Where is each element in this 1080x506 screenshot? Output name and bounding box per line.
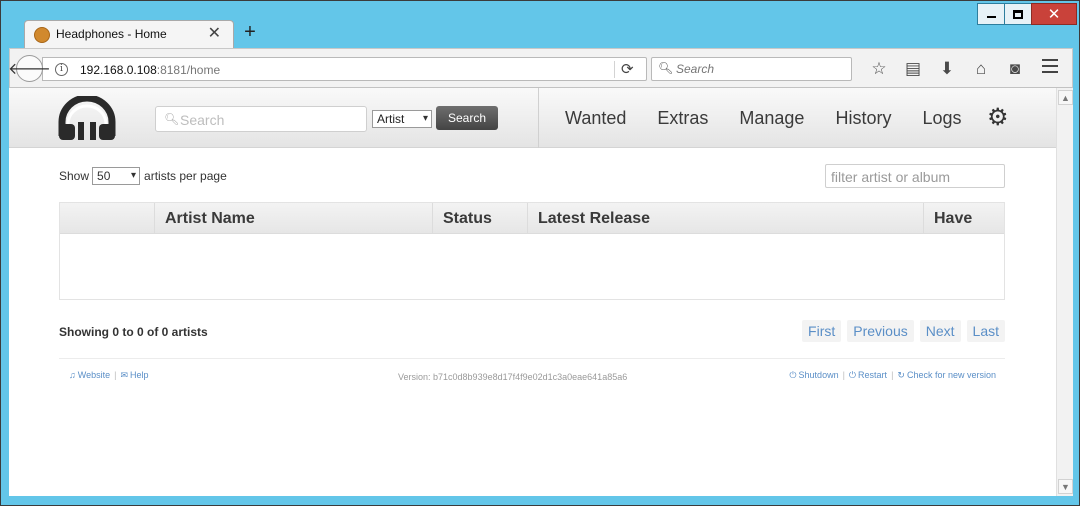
nav-manage[interactable]: Manage bbox=[739, 108, 804, 129]
help-icon: ✉ bbox=[120, 370, 128, 380]
check-version-link-label: Check for new version bbox=[906, 370, 996, 380]
artist-search-box[interactable]: 🔍︎ bbox=[155, 106, 367, 132]
url-host: 192.168.0.108 bbox=[80, 63, 157, 77]
power-icon: ⏻ bbox=[789, 370, 797, 380]
home-icon[interactable]: ⌂ bbox=[964, 57, 998, 81]
help-link-label: Help bbox=[130, 370, 149, 380]
footer-links-right: ⏻ Shutdown | ⏻ Restart | ↻ Check for new ve… bbox=[789, 370, 996, 381]
headphones-icon: ♫ bbox=[69, 370, 76, 380]
info-icon[interactable]: i bbox=[55, 63, 68, 76]
browser-window: ✕ Headphones - Home ✕ + i 192.168.0.108:… bbox=[0, 0, 1080, 506]
table-info: Showing 0 to 0 of 0 artists bbox=[59, 325, 208, 339]
url-text: 192.168.0.108:8181/home bbox=[80, 63, 220, 77]
url-path: :8181/home bbox=[156, 63, 221, 77]
website-link[interactable]: ♫ Website bbox=[69, 370, 110, 381]
table-header: Artist Name Status Latest Release Have bbox=[60, 203, 1004, 234]
column-status[interactable]: Status bbox=[432, 203, 527, 234]
column-latest-release[interactable]: Latest Release bbox=[527, 203, 923, 234]
filter-box[interactable] bbox=[825, 164, 1005, 188]
menu-icon[interactable] bbox=[1042, 59, 1058, 77]
chevron-down-icon: ▾ bbox=[131, 170, 137, 181]
search-button[interactable]: Search bbox=[436, 106, 498, 130]
column-have[interactable]: Have bbox=[923, 203, 1004, 234]
pagination: First Previous Next Last bbox=[796, 320, 1005, 342]
shutdown-link[interactable]: ⏻ Shutdown bbox=[789, 370, 838, 381]
settings-gear-icon[interactable]: ⚙ bbox=[987, 106, 1009, 130]
scroll-down-arrow-icon[interactable]: ▼ bbox=[1058, 479, 1073, 494]
tab-close-icon[interactable]: ✕ bbox=[208, 24, 221, 44]
footer-links-left: ♫ Website | ✉ Help bbox=[69, 370, 149, 381]
window-controls: ✕ bbox=[977, 3, 1077, 25]
close-icon: ✕ bbox=[1047, 6, 1061, 23]
main-nav: Wanted Extras Manage History Logs bbox=[565, 108, 993, 129]
chevron-down-icon: ▾ bbox=[422, 113, 428, 124]
headphones-logo-icon[interactable] bbox=[56, 96, 118, 140]
filter-input[interactable] bbox=[831, 169, 999, 185]
minimize-button[interactable] bbox=[977, 3, 1005, 25]
maximize-button[interactable] bbox=[1004, 3, 1032, 25]
tab-title: Headphones - Home bbox=[56, 27, 167, 41]
version-text: Version: b71c0d8b939e8d17f4f9e02d1c3a0ea… bbox=[398, 372, 628, 382]
website-link-label: Website bbox=[77, 370, 111, 380]
maximize-icon bbox=[1013, 9, 1023, 19]
artist-search-input[interactable] bbox=[180, 112, 360, 128]
footer-separator: | bbox=[842, 370, 845, 380]
scroll-up-arrow-icon[interactable]: ▲ bbox=[1058, 90, 1073, 105]
column-artist-name[interactable]: Artist Name bbox=[154, 203, 432, 234]
per-page-select[interactable]: 50 ▾ bbox=[92, 167, 141, 185]
search-icon: 🔍︎ bbox=[658, 61, 674, 75]
check-version-link[interactable]: ↻ Check for new version bbox=[897, 370, 996, 381]
minimize-icon bbox=[986, 16, 996, 18]
last-page-button[interactable]: Last bbox=[966, 320, 1005, 342]
artists-table: Artist Name Status Latest Release Have bbox=[59, 202, 1005, 300]
previous-page-button[interactable]: Previous bbox=[847, 320, 914, 342]
toolbar-icons: ☆ ▤ ⬇ ⌂ ◙ bbox=[862, 57, 1032, 81]
nav-logs[interactable]: Logs bbox=[922, 108, 961, 129]
address-bar[interactable]: i 192.168.0.108:8181/home ⟳ bbox=[42, 57, 647, 81]
window-close-button[interactable]: ✕ bbox=[1031, 3, 1077, 25]
reading-list-icon[interactable]: ▤ bbox=[896, 57, 930, 81]
navigation-toolbar: i 192.168.0.108:8181/home ⟳ 🡐 🔍︎ ☆ ▤ ⬇ ⌂… bbox=[8, 48, 1073, 88]
back-button[interactable]: 🡐 bbox=[8, 55, 51, 82]
page-length-control: Show 50 ▾ artists per page bbox=[59, 167, 227, 185]
next-page-button[interactable]: Next bbox=[919, 320, 961, 342]
headphones-favicon-icon bbox=[34, 27, 50, 43]
app-header: 🔍︎ Artist ▾ Search Wanted Extras Manage … bbox=[9, 88, 1056, 148]
pocket-icon[interactable]: ◙ bbox=[998, 57, 1032, 81]
new-tab-button[interactable]: + bbox=[240, 21, 260, 43]
nav-history[interactable]: History bbox=[835, 108, 891, 129]
footer-divider bbox=[59, 358, 1005, 359]
browser-search-bar[interactable]: 🔍︎ bbox=[651, 57, 852, 81]
reload-separator bbox=[614, 61, 615, 78]
per-page-value: 50 bbox=[97, 169, 111, 183]
refresh-icon: ↻ bbox=[897, 370, 905, 380]
downloads-icon[interactable]: ⬇ bbox=[930, 57, 964, 81]
restart-link-label: Restart bbox=[858, 370, 888, 380]
first-page-button[interactable]: First bbox=[802, 320, 842, 342]
search-icon: 🔍︎ bbox=[164, 112, 180, 126]
bookmark-star-icon[interactable]: ☆ bbox=[862, 57, 896, 81]
vertical-scrollbar[interactable]: ▲ ▼ bbox=[1056, 88, 1073, 496]
browser-search-input[interactable] bbox=[676, 61, 846, 77]
nav-extras[interactable]: Extras bbox=[657, 108, 708, 129]
footer-separator: | bbox=[891, 370, 894, 380]
footer-separator: | bbox=[114, 370, 117, 380]
restart-link[interactable]: ⏻ Restart bbox=[849, 370, 887, 381]
help-link[interactable]: ✉ Help bbox=[120, 370, 148, 381]
page-viewport: 🔍︎ Artist ▾ Search Wanted Extras Manage … bbox=[9, 88, 1056, 496]
search-type-value: Artist bbox=[377, 112, 405, 126]
per-page-suffix: artists per page bbox=[144, 169, 227, 183]
shutdown-link-label: Shutdown bbox=[798, 370, 839, 380]
reload-icon[interactable]: ⟳ bbox=[621, 60, 634, 78]
header-divider bbox=[538, 88, 539, 148]
back-arrow-icon: 🡐 bbox=[8, 61, 51, 78]
show-label: Show bbox=[59, 169, 90, 183]
browser-tab[interactable]: Headphones - Home ✕ bbox=[24, 20, 234, 48]
nav-wanted[interactable]: Wanted bbox=[565, 108, 626, 129]
power-icon: ⏻ bbox=[848, 370, 857, 380]
search-type-select[interactable]: Artist ▾ bbox=[372, 110, 432, 128]
